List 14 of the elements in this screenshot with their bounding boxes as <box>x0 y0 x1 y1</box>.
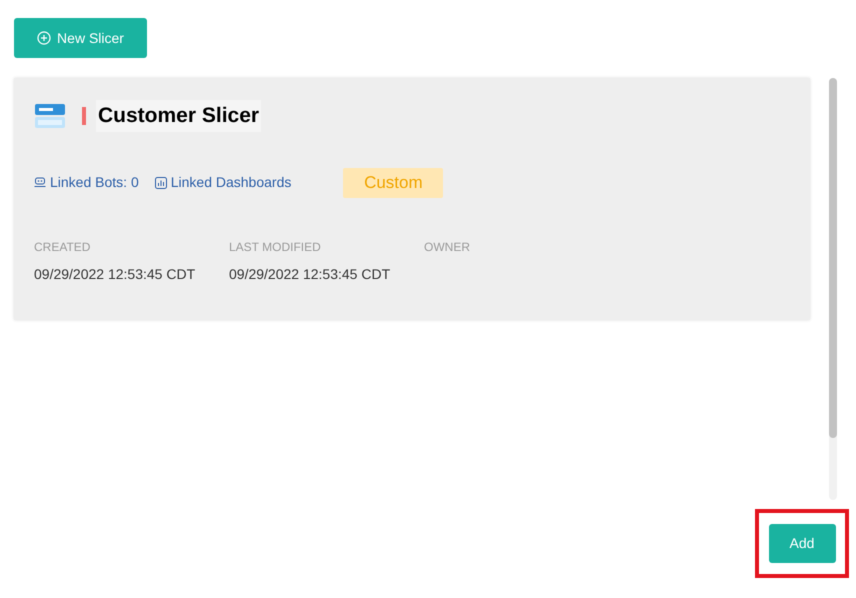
meta-label: CREATED <box>34 238 92 256</box>
meta-label: LAST MODIFIED <box>229 238 322 256</box>
slicer-title: Customer Slicer <box>96 100 262 132</box>
linked-bots-link[interactable]: Linked Bots: 0 <box>34 172 139 193</box>
title-marker <box>82 106 86 125</box>
plus-circle-icon <box>37 31 52 45</box>
bar-chart-icon <box>154 176 167 188</box>
linked-dashboards-link[interactable]: Linked Dashboards <box>154 172 292 193</box>
meta-label: OWNER <box>424 238 471 256</box>
slicer-icon <box>34 102 66 129</box>
type-tag: Custom <box>343 168 444 198</box>
robot-icon <box>34 177 46 188</box>
meta-value: 09/29/2022 12:53:45 CDT <box>229 264 392 284</box>
meta-value: 09/29/2022 12:53:45 CDT <box>34 264 196 284</box>
